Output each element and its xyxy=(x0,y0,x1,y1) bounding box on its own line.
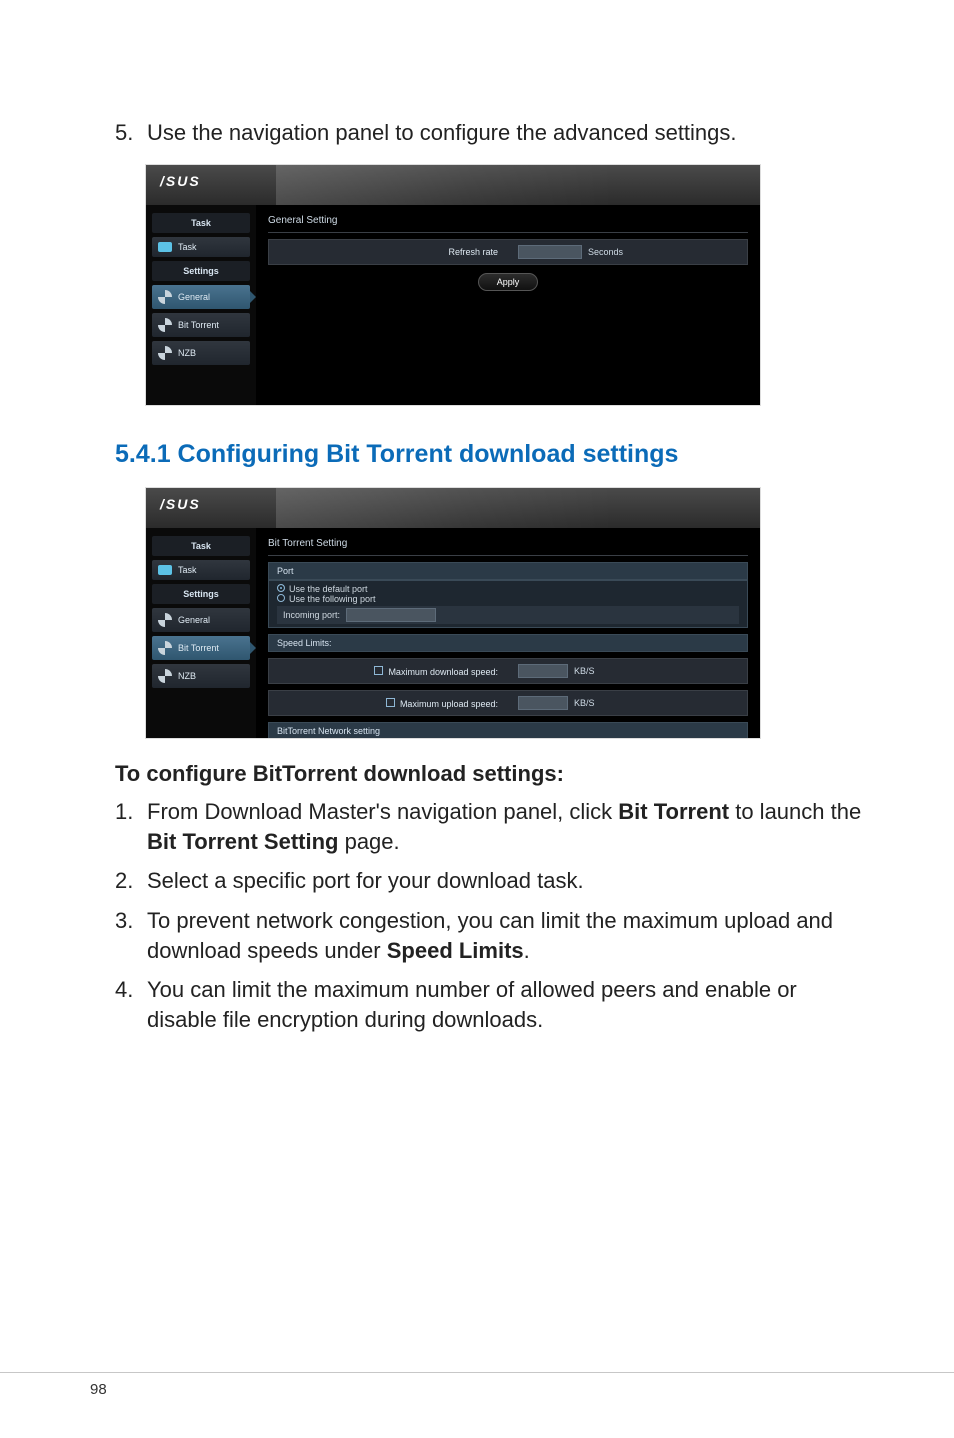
wrench-icon xyxy=(158,669,172,683)
sidebar-item-nzb[interactable]: NZB xyxy=(152,341,250,365)
panel-title: Bit Torrent Setting xyxy=(268,536,748,556)
radio-label: Use the following port xyxy=(289,594,376,604)
sidebar-item-bittorrent[interactable]: Bit Torrent xyxy=(152,313,250,337)
port-options: Use the default port Use the following p… xyxy=(268,580,748,628)
step-text: You can limit the maximum number of allo… xyxy=(147,975,864,1034)
sidebar-item-general[interactable]: General xyxy=(152,608,250,632)
sidebar: Task Task Settings General Bit Torrent N… xyxy=(146,528,256,739)
sidebar-item-label: General xyxy=(178,615,210,625)
sidebar-item-label: Bit Torrent xyxy=(178,320,219,330)
refresh-rate-input[interactable] xyxy=(518,245,582,259)
sidebar-item-task[interactable]: Task xyxy=(152,237,250,257)
sidebar-item-label: General xyxy=(178,292,210,302)
sidebar-item-label: Bit Torrent xyxy=(178,643,219,653)
step-number: 4. xyxy=(115,975,137,1034)
configure-heading: To configure BitTorrent download setting… xyxy=(115,761,864,787)
content-panel: General Setting Refresh rate Seconds App… xyxy=(256,205,760,406)
sidebar-item-task[interactable]: Task xyxy=(152,560,250,580)
wrench-icon xyxy=(158,613,172,627)
bold-part: Speed Limits xyxy=(387,938,524,963)
sidebar-title-task: Task xyxy=(152,536,250,556)
max-upload-input[interactable] xyxy=(518,696,568,710)
section-heading-541: 5.4.1 Configuring Bit Torrent download s… xyxy=(115,440,864,469)
sidebar-item-nzb[interactable]: NZB xyxy=(152,664,250,688)
text-part: From Download Master's navigation panel,… xyxy=(147,799,618,824)
port-subhead: Port xyxy=(268,562,748,580)
refresh-rate-label: Refresh rate xyxy=(269,242,508,262)
wrench-icon xyxy=(158,290,172,304)
text-part: . xyxy=(524,938,530,963)
text-part: page. xyxy=(338,829,399,854)
unit-kbs: KB/S xyxy=(574,698,595,708)
speed-subhead: Speed Limits: xyxy=(268,634,748,652)
radio-following-port[interactable]: Use the following port xyxy=(277,594,739,604)
task-icon xyxy=(158,242,172,252)
max-download-input[interactable] xyxy=(518,664,568,678)
page-footer: 98 xyxy=(0,1372,954,1398)
wrench-icon xyxy=(158,318,172,332)
row-max-upload: Maximum upload speed: KB/S xyxy=(268,690,748,716)
apply-button[interactable]: Apply xyxy=(478,273,539,291)
bold-part: Bit Torrent Setting xyxy=(147,829,338,854)
radio-default-port[interactable]: Use the default port xyxy=(277,584,739,594)
wrench-icon xyxy=(158,346,172,360)
sidebar-item-label: Task xyxy=(178,242,197,252)
step-5-number: 5. xyxy=(115,120,137,146)
topbar-shine xyxy=(276,488,760,528)
step-number: 3. xyxy=(115,906,137,965)
app-topbar: /SUS xyxy=(146,488,760,528)
unit-kbs: KB/S xyxy=(574,666,595,676)
row-refresh-rate: Refresh rate Seconds xyxy=(268,239,748,265)
checkbox-icon[interactable] xyxy=(386,698,395,707)
sidebar-title-settings: Settings xyxy=(152,584,250,604)
incoming-port-input[interactable] xyxy=(346,608,436,622)
task-icon xyxy=(158,565,172,575)
row-max-download: Maximum download speed: KB/S xyxy=(268,658,748,684)
radio-icon xyxy=(277,584,285,592)
step-2: 2. Select a specific port for your downl… xyxy=(115,866,864,896)
bold-part: Bit Torrent xyxy=(618,799,729,824)
screenshot-general-setting: /SUS Task Task Settings General Bit Torr… xyxy=(145,164,761,406)
sidebar-item-bittorrent[interactable]: Bit Torrent xyxy=(152,636,250,660)
panel-title: General Setting xyxy=(268,213,748,233)
asus-logo: /SUS xyxy=(160,496,201,512)
incoming-port-label: Incoming port: xyxy=(283,610,340,620)
sidebar-title-settings: Settings xyxy=(152,261,250,281)
sidebar-item-label: NZB xyxy=(178,348,196,358)
sidebar-item-general[interactable]: General xyxy=(152,285,250,309)
step-text: Select a specific port for your download… xyxy=(147,866,584,896)
refresh-rate-unit: Seconds xyxy=(588,247,623,257)
checkbox-icon[interactable] xyxy=(374,666,383,675)
network-subhead: BitTorrent Network setting xyxy=(268,722,748,739)
sidebar-item-label: Task xyxy=(178,565,197,575)
step-text: To prevent network congestion, you can l… xyxy=(147,906,864,965)
step-5-text: Use the navigation panel to configure th… xyxy=(147,120,737,146)
app-topbar: /SUS xyxy=(146,165,760,205)
step-3: 3. To prevent network congestion, you ca… xyxy=(115,906,864,965)
step-5: 5. Use the navigation panel to configure… xyxy=(115,120,864,146)
sidebar-title-task: Task xyxy=(152,213,250,233)
content-panel: Bit Torrent Setting Port Use the default… xyxy=(256,528,760,739)
screenshot-bittorrent-setting: /SUS Task Task Settings General Bit Torr… xyxy=(145,487,761,739)
sidebar: Task Task Settings General Bit Torrent N… xyxy=(146,205,256,406)
wrench-icon xyxy=(158,641,172,655)
step-1: 1. From Download Master's navigation pan… xyxy=(115,797,864,856)
max-download-label: Maximum download speed: xyxy=(388,667,498,677)
radio-label: Use the default port xyxy=(289,584,368,594)
page-number: 98 xyxy=(90,1381,954,1398)
step-4: 4. You can limit the maximum number of a… xyxy=(115,975,864,1034)
step-number: 2. xyxy=(115,866,137,896)
sidebar-item-label: NZB xyxy=(178,671,196,681)
asus-logo: /SUS xyxy=(160,173,201,189)
step-number: 1. xyxy=(115,797,137,856)
text-part: to launch the xyxy=(729,799,861,824)
row-incoming-port: Incoming port: xyxy=(277,606,739,624)
topbar-shine xyxy=(276,165,760,205)
step-text: From Download Master's navigation panel,… xyxy=(147,797,864,856)
radio-icon xyxy=(277,594,285,602)
max-upload-label: Maximum upload speed: xyxy=(400,699,498,709)
